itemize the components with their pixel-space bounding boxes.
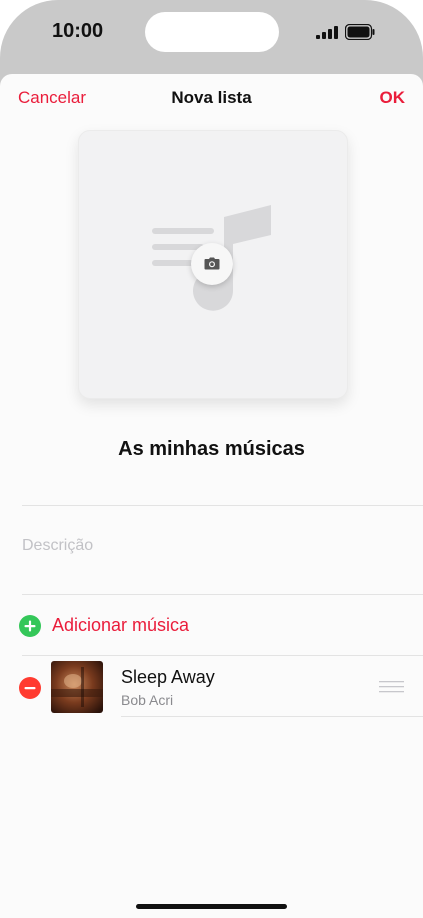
description-field[interactable] bbox=[22, 526, 402, 566]
camera-icon bbox=[204, 257, 220, 270]
playlist-name-field[interactable]: As minhas músicas bbox=[0, 438, 423, 461]
battery-icon bbox=[345, 24, 375, 40]
divider bbox=[22, 594, 423, 595]
phone-screen: 10:00 Cancelar Nova lista OK As minhas m… bbox=[0, 0, 423, 918]
add-music-label: Adicionar música bbox=[52, 615, 190, 635]
cellular-signal-icon bbox=[316, 26, 338, 39]
song-row[interactable]: Sleep Away Bob Acri bbox=[0, 657, 423, 717]
divider bbox=[22, 505, 423, 506]
camera-button[interactable] bbox=[191, 243, 233, 285]
song-artist: Bob Acri bbox=[121, 692, 174, 708]
new-playlist-sheet: Cancelar Nova lista OK As minhas músicas bbox=[0, 74, 423, 918]
status-bar: 10:00 bbox=[0, 0, 423, 74]
song-title: Sleep Away bbox=[121, 667, 215, 687]
reorder-handle-icon[interactable] bbox=[379, 680, 404, 694]
status-time: 10:00 bbox=[52, 20, 104, 42]
add-music-button[interactable]: Adicionar música bbox=[0, 607, 423, 645]
home-indicator[interactable] bbox=[136, 904, 287, 909]
song-artwork bbox=[51, 661, 103, 713]
dynamic-island bbox=[145, 12, 279, 52]
ok-button[interactable]: OK bbox=[380, 88, 406, 108]
sheet-title: Nova lista bbox=[171, 88, 252, 107]
nav-bar: Cancelar Nova lista OK bbox=[0, 74, 423, 122]
plus-circle-icon bbox=[19, 615, 41, 637]
minus-circle-icon[interactable] bbox=[19, 677, 41, 699]
divider bbox=[22, 655, 423, 656]
divider bbox=[121, 716, 423, 717]
playlist-artwork[interactable] bbox=[78, 130, 348, 399]
